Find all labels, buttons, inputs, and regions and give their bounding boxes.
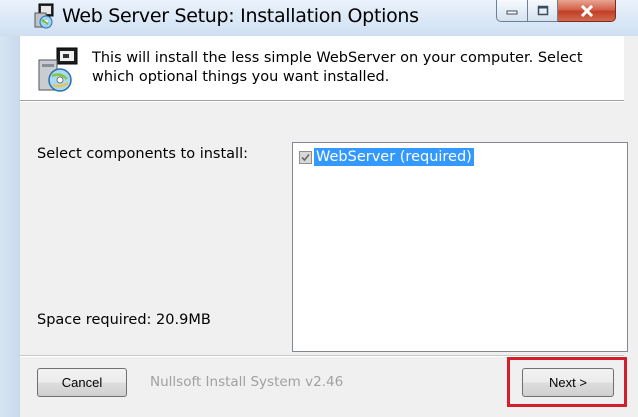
window-controls <box>496 0 616 22</box>
nsis-branding: Nullsoft Install System v2.46 <box>150 374 344 390</box>
dialog-body: This will install the less simple WebSer… <box>20 36 628 417</box>
close-icon <box>580 4 593 17</box>
components-tree[interactable]: WebServer (required) <box>292 142 628 352</box>
component-checkbox[interactable] <box>299 150 312 164</box>
cancel-button[interactable]: Cancel <box>37 368 127 397</box>
component-item-label: WebServer (required) <box>314 148 474 166</box>
minimize-icon <box>506 10 518 14</box>
check-icon <box>301 153 310 161</box>
maximize-icon <box>537 5 548 16</box>
title-bar[interactable]: Web Server Setup: Installation Options <box>0 0 638 36</box>
installer-icon <box>34 3 54 29</box>
space-required-label: Space required: 20.9MB <box>37 312 211 328</box>
installer-cd-icon <box>38 47 78 92</box>
close-button[interactable] <box>558 0 616 22</box>
components-label: Select components to install: <box>37 146 248 162</box>
header-description: This will install the less simple WebSer… <box>92 50 583 85</box>
minimize-button[interactable] <box>496 0 528 22</box>
window-frame-left <box>0 36 20 417</box>
maximize-button[interactable] <box>528 0 558 22</box>
header-divider <box>20 101 624 102</box>
dialog-header: This will install the less simple WebSer… <box>20 36 624 101</box>
window-title: Web Server Setup: Installation Options <box>62 5 419 27</box>
next-button-highlight <box>507 357 627 407</box>
component-item-webserver[interactable]: WebServer (required) <box>299 148 474 166</box>
